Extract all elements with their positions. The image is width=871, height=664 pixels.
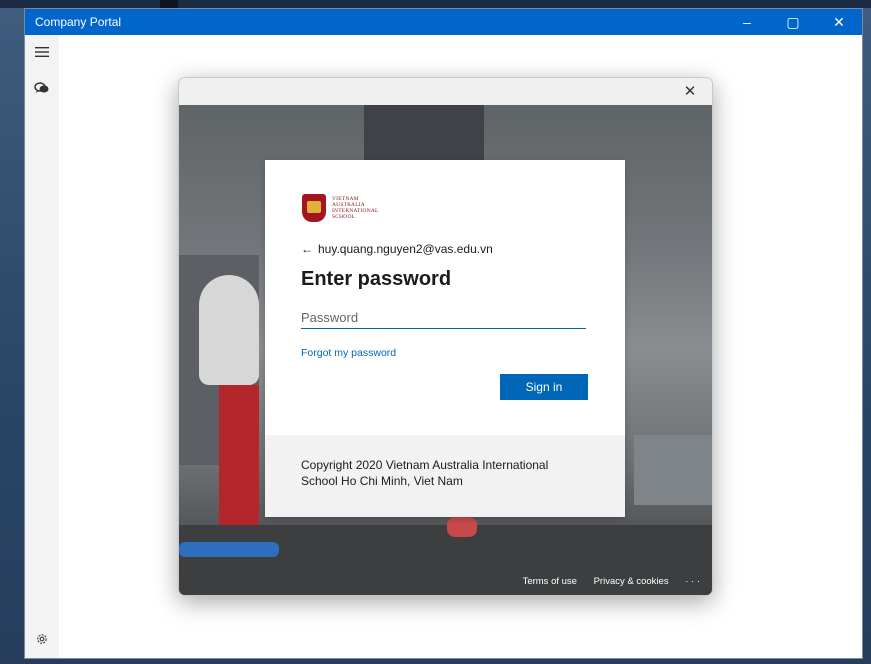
terms-of-use-link[interactable]: Terms of use bbox=[523, 576, 577, 587]
card-footer: Copyright 2020 Vietnam Australia Interna… bbox=[265, 435, 625, 517]
more-options-button[interactable]: · · · bbox=[685, 576, 700, 587]
sign-in-card: VIETNAM AUSTRALIA INTERNATIONAL SCHOOL ←… bbox=[265, 160, 625, 517]
sign-in-dialog: ✕ VIETNAM AUSTRALIA INTERNATIONAL SCHOOL… bbox=[178, 77, 713, 596]
hamburger-menu-icon[interactable] bbox=[33, 45, 51, 63]
title-bar: Company Portal – ▢ ✕ bbox=[25, 9, 862, 35]
forgot-password-link[interactable]: Forgot my password bbox=[301, 347, 396, 359]
settings-gear-icon[interactable] bbox=[33, 632, 51, 650]
background-taskbar bbox=[0, 0, 871, 8]
dialog-close-button[interactable]: ✕ bbox=[680, 82, 700, 102]
privacy-cookies-link[interactable]: Privacy & cookies bbox=[594, 576, 669, 587]
password-input[interactable] bbox=[301, 306, 586, 329]
school-crest-icon bbox=[302, 194, 326, 222]
minimize-button[interactable]: – bbox=[724, 9, 770, 35]
sidebar bbox=[25, 35, 59, 658]
background-block bbox=[160, 0, 178, 8]
background-photo: VIETNAM AUSTRALIA INTERNATIONAL SCHOOL ←… bbox=[179, 105, 712, 595]
window-title: Company Portal bbox=[35, 15, 122, 29]
dialog-header: ✕ bbox=[179, 78, 712, 105]
company-portal-window: Company Portal – ▢ ✕ ✕ VIETNAM AUSTRALIA… bbox=[24, 8, 863, 659]
sign-in-button[interactable]: Sign in bbox=[500, 374, 588, 400]
page-heading: Enter password bbox=[301, 268, 452, 290]
dialog-footer-links: Terms of use Privacy & cookies · · · bbox=[509, 576, 700, 587]
logo-text: VIETNAM AUSTRALIA INTERNATIONAL SCHOOL bbox=[332, 196, 379, 220]
copyright-text: Copyright 2020 Vietnam Australia Interna… bbox=[301, 458, 549, 488]
account-email: huy.quang.nguyen2@vas.edu.vn bbox=[318, 242, 493, 256]
close-window-button[interactable]: ✕ bbox=[816, 9, 862, 35]
maximize-button[interactable]: ▢ bbox=[770, 9, 816, 35]
chat-bubbles-icon[interactable] bbox=[33, 81, 51, 99]
back-arrow-icon: ← bbox=[301, 242, 313, 256]
account-back-button[interactable]: ← huy.quang.nguyen2@vas.edu.vn bbox=[301, 242, 493, 256]
